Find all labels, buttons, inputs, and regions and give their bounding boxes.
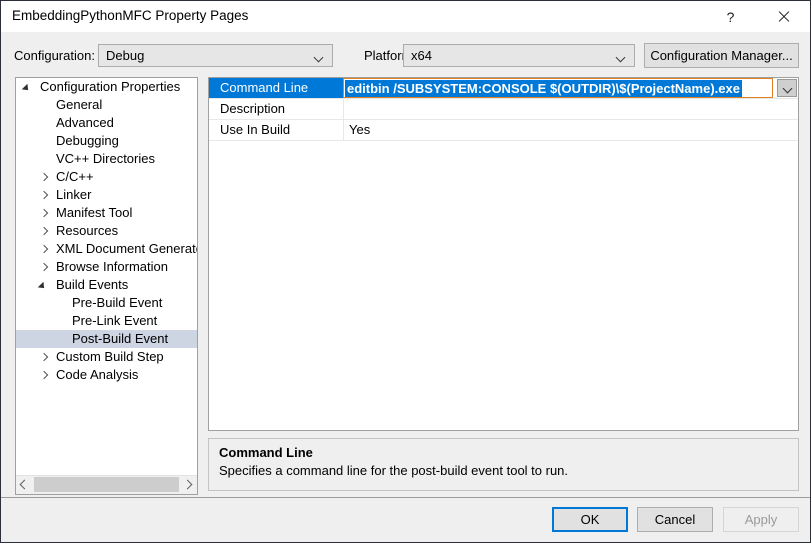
property-pages-dialog: EmbeddingPythonMFC Property Pages ? Conf… (0, 0, 811, 543)
footer-bar: OK Cancel Apply (1, 498, 810, 542)
triangle-right-icon[interactable] (40, 245, 49, 254)
tree-item-label: Post-Build Event (72, 331, 169, 346)
tree-item-manifest-tool[interactable]: Manifest Tool (16, 204, 197, 222)
configuration-label: Configuration: (14, 48, 95, 63)
tree-item-label: C/C++ (56, 169, 94, 184)
tree-item-code-analysis[interactable]: Code Analysis (16, 366, 197, 384)
scroll-right-arrow-icon[interactable] (180, 476, 197, 493)
configuration-tree: Configuration Properties General Advanced D… (16, 78, 197, 476)
tree-item-linker[interactable]: Linker (16, 186, 197, 204)
configuration-manager-button[interactable]: Configuration Manager... (644, 43, 799, 68)
tree-item-label: Resources (56, 223, 119, 238)
tree-item-debugging[interactable]: Debugging (16, 132, 197, 150)
chevron-left-icon (19, 479, 30, 490)
triangle-right-icon[interactable] (40, 371, 49, 380)
tree-item-xml-document-generator[interactable]: XML Document Generator (16, 240, 197, 258)
tree-item-label: Pre-Link Event (72, 313, 158, 328)
triangle-down-icon[interactable] (40, 281, 49, 290)
triangle-down-icon[interactable] (24, 83, 33, 92)
platform-dropdown[interactable]: x64 (403, 44, 635, 67)
help-icon-button[interactable]: ? (708, 1, 753, 32)
property-row[interactable]: Use In Build Yes (209, 120, 798, 141)
tree-item-post-build-event[interactable]: Post-Build Event (16, 330, 197, 348)
window-title: EmbeddingPythonMFC Property Pages (12, 8, 249, 23)
property-row[interactable]: Command Line editbin /SUBSYSTEM:CONSOLE $… (209, 78, 798, 99)
property-name: Command Line (209, 78, 343, 98)
tree-item-label: Advanced (56, 115, 114, 130)
tree-item-general[interactable]: General (16, 96, 197, 114)
property-grid: Command Line editbin /SUBSYSTEM:CONSOLE $… (208, 77, 799, 431)
tree-item-custom-build-step[interactable]: Custom Build Step (16, 348, 197, 366)
chevron-down-icon (315, 54, 324, 59)
chevron-down-icon (617, 54, 626, 59)
triangle-right-icon[interactable] (40, 263, 49, 272)
tree-item-label: Configuration Properties (40, 79, 181, 94)
description-text: Specifies a command line for the post-bu… (219, 463, 569, 478)
description-panel: Command Line Specifies a command line fo… (208, 438, 799, 491)
tree-item-label: Build Events (56, 277, 129, 292)
tree-item-browse-information[interactable]: Browse Information (16, 258, 197, 276)
tree-item-label: Browse Information (56, 259, 168, 274)
triangle-right-icon[interactable] (40, 191, 49, 200)
ok-button[interactable]: OK (552, 507, 628, 532)
configuration-dropdown[interactable]: Debug (98, 44, 333, 67)
property-name: Description (220, 101, 286, 116)
tree-item-label: Pre-Build Event (72, 295, 163, 310)
tree-item-label: VC++ Directories (56, 151, 155, 166)
configuration-tree-panel: Configuration Properties General Advanced D… (15, 77, 198, 495)
title-bar: EmbeddingPythonMFC Property Pages ? (1, 1, 810, 32)
close-button[interactable] (761, 1, 806, 32)
triangle-right-icon[interactable] (40, 353, 49, 362)
property-value[interactable] (344, 99, 798, 119)
property-value[interactable]: Yes (344, 120, 798, 140)
property-name: Use In Build (220, 122, 291, 137)
close-icon (777, 10, 790, 23)
property-row[interactable]: Description (209, 99, 798, 120)
apply-button[interactable]: Apply (723, 507, 799, 532)
chevron-down-icon (782, 83, 793, 94)
command-line-value[interactable]: editbin /SUBSYSTEM:CONSOLE $(OUTDIR)\$(P… (345, 80, 742, 97)
tree-item-label: General (56, 97, 103, 112)
tree-horizontal-scrollbar[interactable] (16, 475, 197, 494)
command-line-editor[interactable]: editbin /SUBSYSTEM:CONSOLE $(OUTDIR)\$(P… (343, 78, 773, 98)
command-line-dropdown-button[interactable] (777, 79, 797, 97)
tree-item-pre-link-event[interactable]: Pre-Link Event (16, 312, 197, 330)
tree-item-label: Code Analysis (56, 367, 139, 382)
tree-item-label: Debugging (56, 133, 119, 148)
scroll-left-arrow-icon[interactable] (16, 476, 33, 493)
tree-item-build-events[interactable]: Build Events (16, 276, 197, 294)
tree-item-label: Manifest Tool (56, 205, 133, 220)
tree-item-label: Linker (56, 187, 92, 202)
triangle-right-icon[interactable] (40, 173, 49, 182)
cancel-button[interactable]: Cancel (637, 507, 713, 532)
triangle-right-icon[interactable] (40, 227, 49, 236)
platform-selected-value: x64 (411, 48, 432, 63)
tree-item-advanced[interactable]: Advanced (16, 114, 197, 132)
chevron-right-icon (182, 479, 193, 490)
tree-item-vc-directories[interactable]: VC++ Directories (16, 150, 197, 168)
tree-item-label: Custom Build Step (56, 349, 164, 364)
question-mark-icon: ? (726, 8, 735, 25)
tree-item-configuration-properties[interactable]: Configuration Properties (16, 78, 197, 96)
tree-item-pre-build-event[interactable]: Pre-Build Event (16, 294, 197, 312)
triangle-right-icon[interactable] (40, 209, 49, 218)
scrollbar-thumb[interactable] (34, 477, 179, 492)
configuration-selected-value: Debug (106, 48, 145, 63)
tree-item-label: XML Document Generator (56, 241, 197, 256)
description-title: Command Line (219, 445, 313, 460)
tree-item-resources[interactable]: Resources (16, 222, 197, 240)
tree-item-c-c[interactable]: C/C++ (16, 168, 197, 186)
